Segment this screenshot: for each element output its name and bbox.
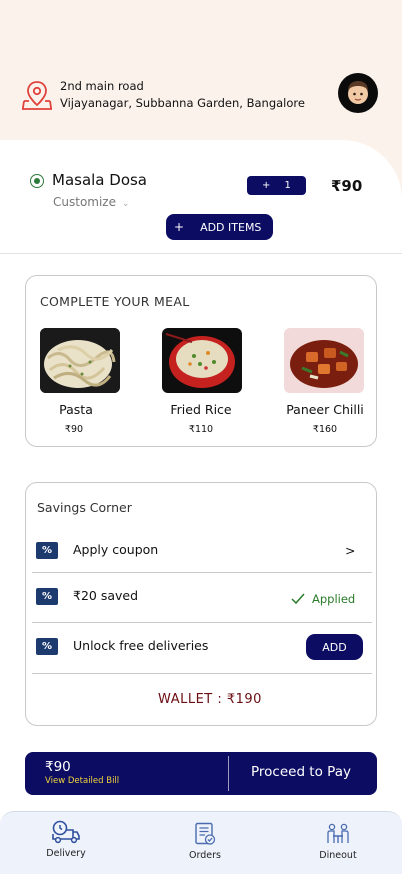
discount-icon: % [36,542,58,559]
increment-button[interactable]: + [262,180,270,191]
savings-amount-label: ₹20 saved [73,588,139,603]
apply-coupon-label[interactable]: Apply coupon [73,542,158,557]
divider [32,622,372,623]
paneer-chilli-image[interactable] [284,328,364,393]
wallet-balance: WALLET : ₹190 [158,692,262,707]
unlock-deliveries-label: Unlock free deliveries [73,638,209,653]
address-line-1: 2nd main road [60,79,144,93]
divider [32,572,372,573]
quantity-stepper[interactable]: + 1 [247,176,306,195]
divider [32,673,372,674]
check-icon [291,593,305,605]
cart-item-price: ₹90 [331,177,363,195]
divider [228,756,229,791]
paneer-chilli-name: Paneer Chilli [286,402,364,417]
nav-item-dineout[interactable]: Dineout [293,822,383,861]
proceed-to-pay-button[interactable]: Proceed to Pay [251,764,351,780]
applied-label: Applied [312,592,356,606]
chevron-right-icon[interactable]: > [345,543,355,558]
address-line-2: Vijayanagar, Subbanna Garden, Bangalore [60,96,305,110]
discount-icon: % [36,588,58,605]
quantity-value: 1 [284,180,291,191]
nav-item-delivery[interactable]: Delivery [21,820,111,859]
fried-rice-price: ₹110 [188,424,214,435]
view-bill-link[interactable]: View Detailed Bill [45,776,119,786]
divider [0,253,402,254]
orders-icon [195,822,216,845]
pasta-name: Pasta [59,402,93,417]
fried-rice-name: Fried Rice [170,402,232,417]
nav-label-delivery: Delivery [46,848,86,859]
pasta-price: ₹90 [64,424,84,435]
customize-label: Customize [53,195,116,209]
fried-rice-image[interactable] [162,328,242,393]
discount-icon: % [36,638,58,655]
user-avatar-icon [348,81,368,104]
savings-corner-title: Savings Corner [37,500,132,515]
pasta-image[interactable] [40,328,120,393]
add-free-delivery-button[interactable]: ADD [306,634,363,660]
add-items-label: ADD ITEMS [200,220,262,234]
veg-indicator-icon [30,174,44,188]
nav-item-orders[interactable]: Orders [160,822,250,861]
nav-label-orders: Orders [189,850,221,861]
chevron-down-icon: ⌄ [121,199,130,209]
location-pin-icon [22,81,52,110]
cart-item-name: Masala Dosa [52,171,148,189]
avatar[interactable] [338,73,378,113]
customize-link[interactable]: Customize ⌄ [53,195,129,209]
delivery-icon [52,820,80,844]
dineout-icon [327,823,349,843]
delivery-address[interactable]: 2nd main road Vijayanagar, Subbanna Gard… [22,78,305,112]
plus-icon: + [174,220,185,234]
add-items-button[interactable]: + ADD ITEMS [166,214,273,240]
complete-meal-title: COMPLETE YOUR MEAL [40,294,190,309]
total-amount: ₹90 [45,759,71,775]
applied-status: Applied [291,592,355,606]
nav-label-dineout: Dineout [319,850,357,861]
paneer-chilli-price: ₹160 [312,424,338,435]
